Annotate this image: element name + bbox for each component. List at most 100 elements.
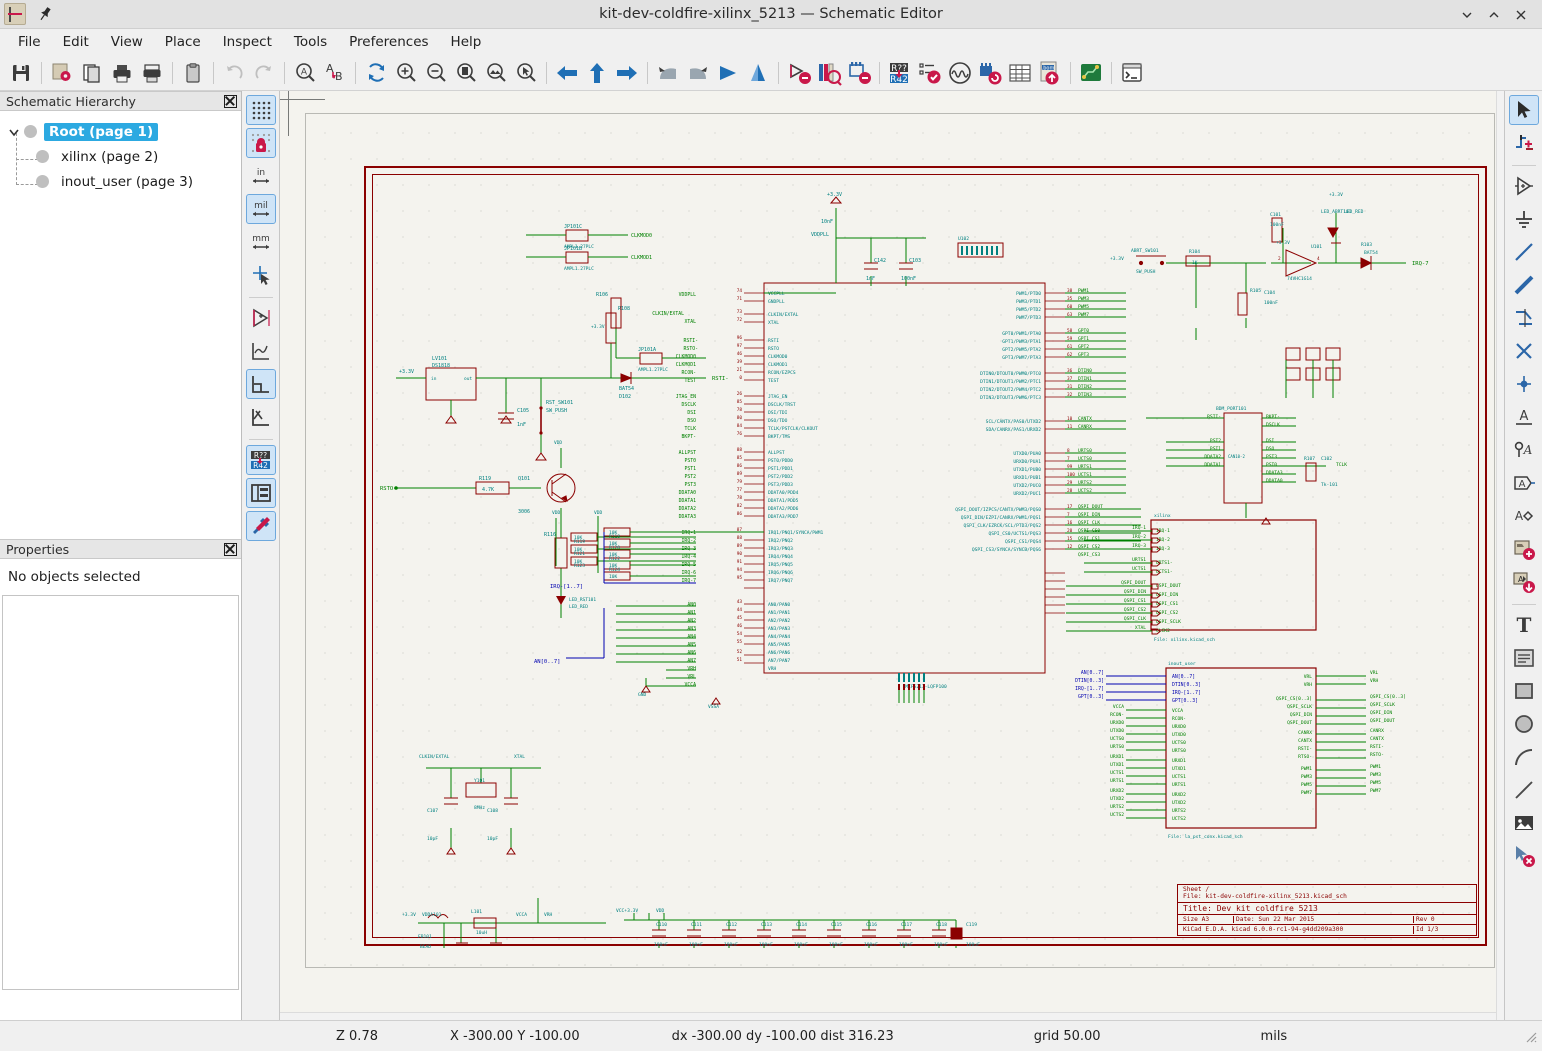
paste-icon[interactable]	[178, 58, 208, 88]
symbol-editor-icon[interactable]	[784, 58, 814, 88]
print-preview-icon[interactable]	[77, 58, 107, 88]
page-settings-icon[interactable]	[47, 58, 77, 88]
simulator-icon[interactable]	[945, 58, 975, 88]
place-sheet-pin-tool-icon[interactable]: A	[1509, 501, 1539, 531]
draw-circle-tool-icon[interactable]	[1509, 709, 1539, 739]
annotate-icon[interactable]: R?? R42	[885, 58, 915, 88]
rotate-cw-icon[interactable]	[683, 58, 713, 88]
menu-view[interactable]: View	[101, 31, 153, 53]
toggle-grid-override-icon[interactable]	[245, 128, 276, 158]
zoom-in-icon[interactable]	[391, 58, 421, 88]
place-power-port-tool-icon[interactable]	[1509, 204, 1539, 234]
menu-tools[interactable]: Tools	[284, 31, 337, 53]
units-millimeters-icon[interactable]: mm	[246, 227, 276, 257]
erc-icon[interactable]	[915, 58, 945, 88]
scripting-console-icon[interactable]	[1117, 58, 1147, 88]
sidebar-item-root[interactable]: Root (page 1)	[0, 119, 241, 144]
import-sheet-pin-tool-icon[interactable]: A	[1509, 567, 1539, 597]
rotate-ccw-icon[interactable]	[653, 58, 683, 88]
delete-tool-icon[interactable]	[1509, 841, 1539, 871]
status-grid[interactable]: grid 50.00	[1034, 1029, 1101, 1044]
show-properties-manager-icon[interactable]	[245, 511, 276, 541]
plot-icon[interactable]	[137, 58, 167, 88]
canvas-vertical-scrollbar[interactable]	[1496, 91, 1504, 1020]
menu-place[interactable]: Place	[155, 31, 211, 53]
open-pcb-editor-icon[interactable]	[1076, 58, 1106, 88]
symbol-library-browser-icon[interactable]	[814, 58, 844, 88]
find-icon[interactable]: A	[290, 58, 320, 88]
draw-arc-tool-icon[interactable]	[1509, 742, 1539, 772]
place-hierarchical-sheet-tool-icon[interactable]	[1509, 534, 1539, 564]
svg-text:XTAL: XTAL	[768, 320, 779, 326]
canvas-horizontal-scrollbar[interactable]	[280, 1012, 1496, 1020]
toggle-grid-icon[interactable]	[245, 95, 276, 125]
toggle-hidden-pins-icon[interactable]	[246, 303, 276, 333]
menu-file[interactable]: File	[8, 31, 51, 53]
units-inches-icon[interactable]: in	[246, 161, 276, 191]
svg-text:IRQ2/PNQ2: IRQ2/PNQ2	[768, 538, 793, 544]
undo-icon[interactable]	[219, 58, 249, 88]
place-net-label-tool-icon[interactable]: A	[1509, 402, 1539, 432]
sidebar-item-xilinx[interactable]: xilinx (page 2)	[0, 144, 241, 169]
draw-line-tool-icon[interactable]	[1509, 775, 1539, 805]
menu-preferences[interactable]: Preferences	[339, 31, 438, 53]
place-symbol-tool-icon[interactable]	[1509, 171, 1539, 201]
place-global-label-tool-icon[interactable]: A	[1509, 435, 1539, 465]
toggle-cursor-fullscreen-icon[interactable]	[246, 260, 276, 290]
zoom-fit-objects-icon[interactable]	[481, 58, 511, 88]
close-icon[interactable]	[1514, 7, 1528, 21]
assign-footprints-icon[interactable]	[975, 58, 1005, 88]
resize-grip-icon[interactable]	[1522, 1028, 1538, 1044]
status-units[interactable]: mils	[1261, 1029, 1288, 1044]
toggle-45-degree-wires-icon[interactable]	[246, 402, 276, 432]
draw-bus-tool-icon[interactable]	[1509, 270, 1539, 300]
select-tool-icon[interactable]	[1508, 95, 1539, 125]
menu-edit[interactable]: Edit	[53, 31, 99, 53]
svg-text:44: 44	[737, 607, 743, 613]
bom-table-icon[interactable]	[1005, 58, 1035, 88]
place-wire-to-bus-entry-tool-icon[interactable]	[1509, 303, 1539, 333]
chevron-down-icon[interactable]	[6, 124, 22, 140]
show-hierarchy-navigator-icon[interactable]	[245, 478, 276, 508]
menu-help[interactable]: Help	[441, 31, 492, 53]
footprint-editor-icon[interactable]	[844, 58, 874, 88]
place-image-tool-icon[interactable]	[1509, 808, 1539, 838]
place-text-box-tool-icon[interactable]	[1509, 643, 1539, 673]
find-replace-icon[interactable]: A B	[320, 58, 350, 88]
minimize-icon[interactable]	[1460, 7, 1474, 21]
refresh-icon[interactable]	[361, 58, 391, 88]
place-no-connect-tool-icon[interactable]	[1509, 336, 1539, 366]
properties-grid[interactable]	[2, 595, 239, 990]
place-text-tool-icon[interactable]: T	[1509, 610, 1539, 640]
mirror-vertical-icon[interactable]	[743, 58, 773, 88]
draw-rectangle-tool-icon[interactable]	[1509, 676, 1539, 706]
place-hierarchical-label-tool-icon[interactable]: A	[1509, 468, 1539, 498]
close-icon[interactable]	[224, 94, 237, 108]
schematic-canvas[interactable]: .w { stroke:#008000; stroke-width:1; fil…	[280, 91, 1504, 1020]
place-junction-tool-icon[interactable]	[1509, 369, 1539, 399]
hierarchy-tree[interactable]: Root (page 1) xilinx (page 2) inout_user…	[0, 111, 241, 539]
generate-bom-icon[interactable]: .bom	[1035, 58, 1065, 88]
maximize-icon[interactable]	[1487, 7, 1501, 21]
redo-icon[interactable]	[249, 58, 279, 88]
navigate-back-icon[interactable]	[552, 58, 582, 88]
svg-text:55: 55	[737, 639, 743, 645]
print-icon[interactable]	[107, 58, 137, 88]
units-mils-icon[interactable]: mil	[245, 194, 276, 224]
draw-wire-tool-icon[interactable]	[1509, 237, 1539, 267]
close-icon[interactable]	[224, 542, 237, 556]
zoom-fit-page-icon[interactable]	[451, 58, 481, 88]
pin-icon[interactable]	[36, 5, 54, 23]
toggle-free-angle-wires-icon[interactable]	[246, 336, 276, 366]
menu-inspect[interactable]: Inspect	[213, 31, 282, 53]
save-icon[interactable]	[6, 58, 36, 88]
sidebar-item-inout-user[interactable]: inout_user (page 3)	[0, 169, 241, 194]
toggle-annotation-icon[interactable]: R?? R42	[245, 445, 276, 475]
highlight-net-tool-icon[interactable]	[1509, 128, 1539, 158]
navigate-forward-icon[interactable]	[612, 58, 642, 88]
zoom-out-icon[interactable]	[421, 58, 451, 88]
toggle-90-degree-wires-icon[interactable]	[245, 369, 276, 399]
navigate-up-icon[interactable]	[582, 58, 612, 88]
mirror-horizontal-icon[interactable]	[713, 58, 743, 88]
zoom-selection-icon[interactable]	[511, 58, 541, 88]
